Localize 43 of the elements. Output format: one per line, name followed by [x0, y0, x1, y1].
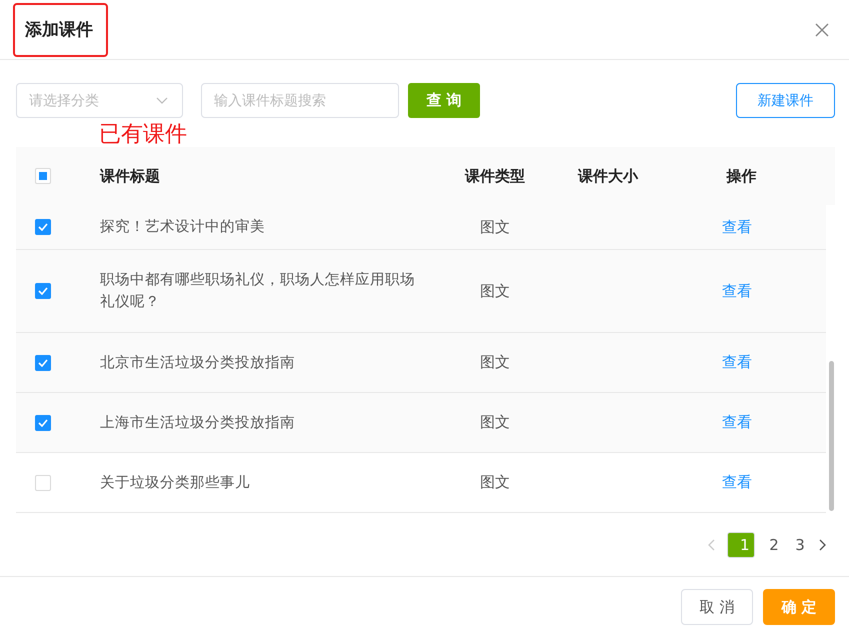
cancel-button[interactable]: 取 消 — [681, 589, 753, 625]
row-checkbox[interactable] — [35, 414, 51, 430]
view-link[interactable]: 查看 — [722, 473, 752, 491]
close-icon[interactable] — [815, 22, 829, 36]
new-courseware-button[interactable]: 新建课件 — [736, 83, 835, 118]
course-title: 北京市生活垃圾分类投放指南 — [100, 354, 296, 372]
search-field[interactable]: 输入课件标题搜索 — [201, 83, 399, 118]
view-link[interactable]: 查看 — [722, 353, 752, 371]
check-icon — [38, 418, 48, 426]
check-icon — [38, 287, 48, 295]
course-type: 图文 — [480, 353, 510, 371]
check-icon — [38, 358, 48, 366]
page-number[interactable]: 2 — [767, 536, 781, 554]
annotation-text: 已有课件 — [99, 124, 187, 146]
dialog-title: 添加课件 — [25, 19, 93, 41]
page-number[interactable]: 1 — [727, 532, 755, 558]
check-icon — [38, 223, 48, 231]
view-link[interactable]: 查看 — [722, 413, 752, 431]
row-checkbox[interactable] — [35, 354, 51, 370]
view-link[interactable]: 查看 — [722, 282, 752, 300]
course-title: 关于垃圾分类那些事儿 — [100, 474, 251, 492]
next-page-icon[interactable] — [819, 538, 827, 550]
column-header: 课件大小 — [578, 166, 638, 184]
course-type: 图文 — [480, 282, 510, 300]
confirm-button[interactable]: 确 定 — [763, 589, 835, 625]
course-type: 图文 — [480, 218, 510, 236]
chevron-down-icon — [156, 96, 168, 104]
row-checkbox[interactable] — [35, 219, 51, 235]
column-header: 课件类型 — [465, 166, 525, 184]
course-title: 职场中都有哪些职场礼仪，职场人怎样应用职场礼仪呢？ — [100, 270, 416, 312]
course-title: 探究！艺术设计中的审美 — [100, 218, 266, 237]
row-checkbox[interactable] — [35, 283, 51, 299]
course-type: 图文 — [480, 473, 510, 491]
category-select[interactable]: 请选择分类 — [16, 83, 183, 118]
scrollbar-thumb[interactable] — [829, 361, 834, 511]
column-header: 操作 — [726, 166, 756, 184]
select-all-checkbox[interactable] — [35, 168, 51, 184]
course-type: 图文 — [480, 413, 510, 431]
page-number[interactable]: 3 — [793, 536, 807, 554]
course-title: 上海市生活垃圾分类投放指南 — [100, 414, 296, 432]
column-header: 课件标题 — [100, 166, 160, 184]
query-button[interactable]: 查 询 — [408, 83, 480, 118]
view-link[interactable]: 查看 — [722, 218, 752, 236]
